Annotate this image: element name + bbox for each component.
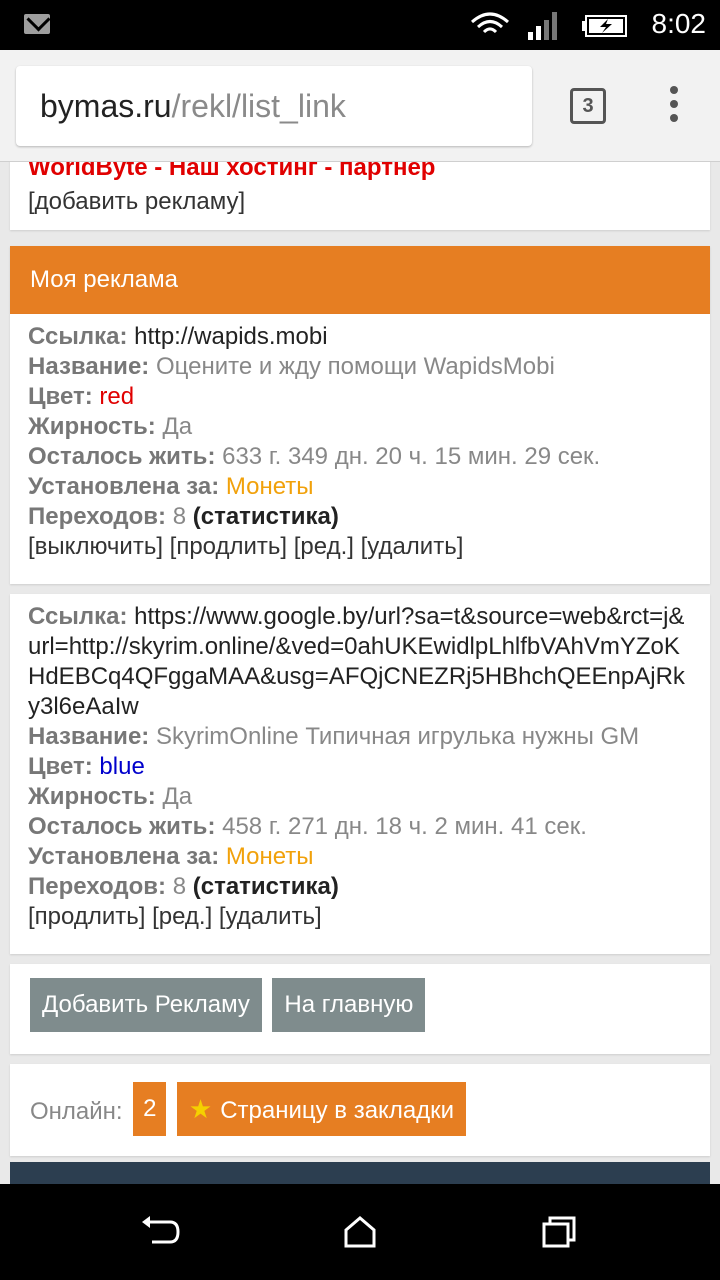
- ad-bold: Да: [162, 413, 193, 440]
- bookmark-button[interactable]: ★ Страницу в закладки: [176, 1082, 467, 1136]
- add-ad-button[interactable]: Добавить Рекламу: [30, 978, 262, 1032]
- online-block: Онлайн: 2 ★ Страницу в закладки: [10, 1064, 710, 1156]
- clock: 8:02: [651, 8, 707, 39]
- ad-link[interactable]: https://www.google.by/url?sa=t&source=we…: [28, 603, 685, 720]
- url-text[interactable]: bymas.ru/rekl/list_link: [40, 88, 346, 125]
- home-icon[interactable]: [340, 1214, 380, 1250]
- mail-notification-icon: [24, 14, 50, 34]
- online-label: Онлайн:: [30, 1098, 123, 1125]
- clicks-label: Переходов:: [28, 873, 167, 900]
- stats-link[interactable]: (статистика): [193, 503, 339, 530]
- ad-item: Ссылка: https://www.google.by/url?sa=t&s…: [10, 594, 710, 954]
- stats-link[interactable]: (статистика): [193, 873, 339, 900]
- ad-link[interactable]: http://wapids.mobi: [134, 323, 327, 350]
- ad-clicks: 8: [172, 503, 187, 530]
- ad-actions[interactable]: [выключить] [продлить] [ред.] [удалить]: [28, 532, 692, 562]
- home-button[interactable]: На главную: [272, 978, 426, 1032]
- online-count-badge[interactable]: 2: [133, 1082, 167, 1136]
- ad-name: SkyrimOnline Типичная игрулька нужны GM: [155, 723, 640, 750]
- battery-icon: [582, 15, 627, 37]
- overflow-menu-icon[interactable]: [668, 86, 680, 126]
- color-label: Цвет:: [28, 753, 93, 780]
- name-label: Название:: [28, 353, 150, 380]
- bold-label: Жирность:: [28, 413, 156, 440]
- ad-item: Ссылка: http://wapids.mobi Название: Оце…: [10, 314, 710, 584]
- ad-life: 458 г. 271 дн. 18 ч. 2 мин. 41 сек.: [222, 813, 587, 840]
- paid-label: Установлена за:: [28, 843, 220, 870]
- url-host: bymas.ru: [40, 88, 172, 124]
- add-ad-link[interactable]: [добавить рекламу]: [28, 188, 692, 216]
- star-icon: ★: [188, 1094, 213, 1124]
- url-path: /rekl/list_link: [171, 88, 346, 124]
- status-icons: [471, 12, 627, 40]
- signal-icon: [528, 12, 557, 40]
- status-bar: 8:02: [0, 0, 720, 50]
- partner-link[interactable]: WorldByte - Наш хостинг - партнер: [28, 162, 692, 182]
- recent-apps-icon[interactable]: [540, 1214, 580, 1250]
- partner-block: WorldByte - Наш хостинг - партнер [добав…: [10, 162, 710, 230]
- clicks-label: Переходов:: [28, 503, 167, 530]
- page-footer: [10, 1162, 710, 1184]
- ad-actions[interactable]: [продлить] [ред.] [удалить]: [28, 902, 692, 932]
- page-content: WorldByte - Наш хостинг - партнер [добав…: [0, 162, 720, 1184]
- system-nav-bar: [0, 1184, 720, 1280]
- life-label: Осталось жить:: [28, 813, 216, 840]
- section-header: Моя реклама: [10, 246, 710, 314]
- ad-life: 633 г. 349 дн. 20 ч. 15 мин. 29 сек.: [222, 443, 601, 470]
- ad-clicks: 8: [172, 873, 187, 900]
- ad-paid: Монеты: [225, 843, 314, 870]
- wifi-icon: [471, 12, 509, 34]
- link-label: Ссылка:: [28, 603, 128, 630]
- address-bar[interactable]: bymas.ru/rekl/list_link: [16, 66, 532, 146]
- name-label: Название:: [28, 723, 150, 750]
- back-icon[interactable]: [140, 1214, 180, 1250]
- ad-color: blue: [99, 753, 145, 780]
- life-label: Осталось жить:: [28, 443, 216, 470]
- paid-label: Установлена за:: [28, 473, 220, 500]
- color-label: Цвет:: [28, 383, 93, 410]
- ad-name: Оцените и жду помощи WapidsMobi: [155, 353, 555, 380]
- ad-bold: Да: [162, 783, 193, 810]
- ad-color: red: [99, 383, 135, 410]
- bookmark-label: Страницу в закладки: [220, 1097, 455, 1124]
- button-row: Добавить Рекламу На главную: [10, 964, 710, 1054]
- link-label: Ссылка:: [28, 323, 128, 350]
- ad-paid: Монеты: [225, 473, 314, 500]
- browser-toolbar: bymas.ru/rekl/list_link 3: [0, 50, 720, 162]
- bold-label: Жирность:: [28, 783, 156, 810]
- tab-switcher-button[interactable]: 3: [570, 88, 606, 124]
